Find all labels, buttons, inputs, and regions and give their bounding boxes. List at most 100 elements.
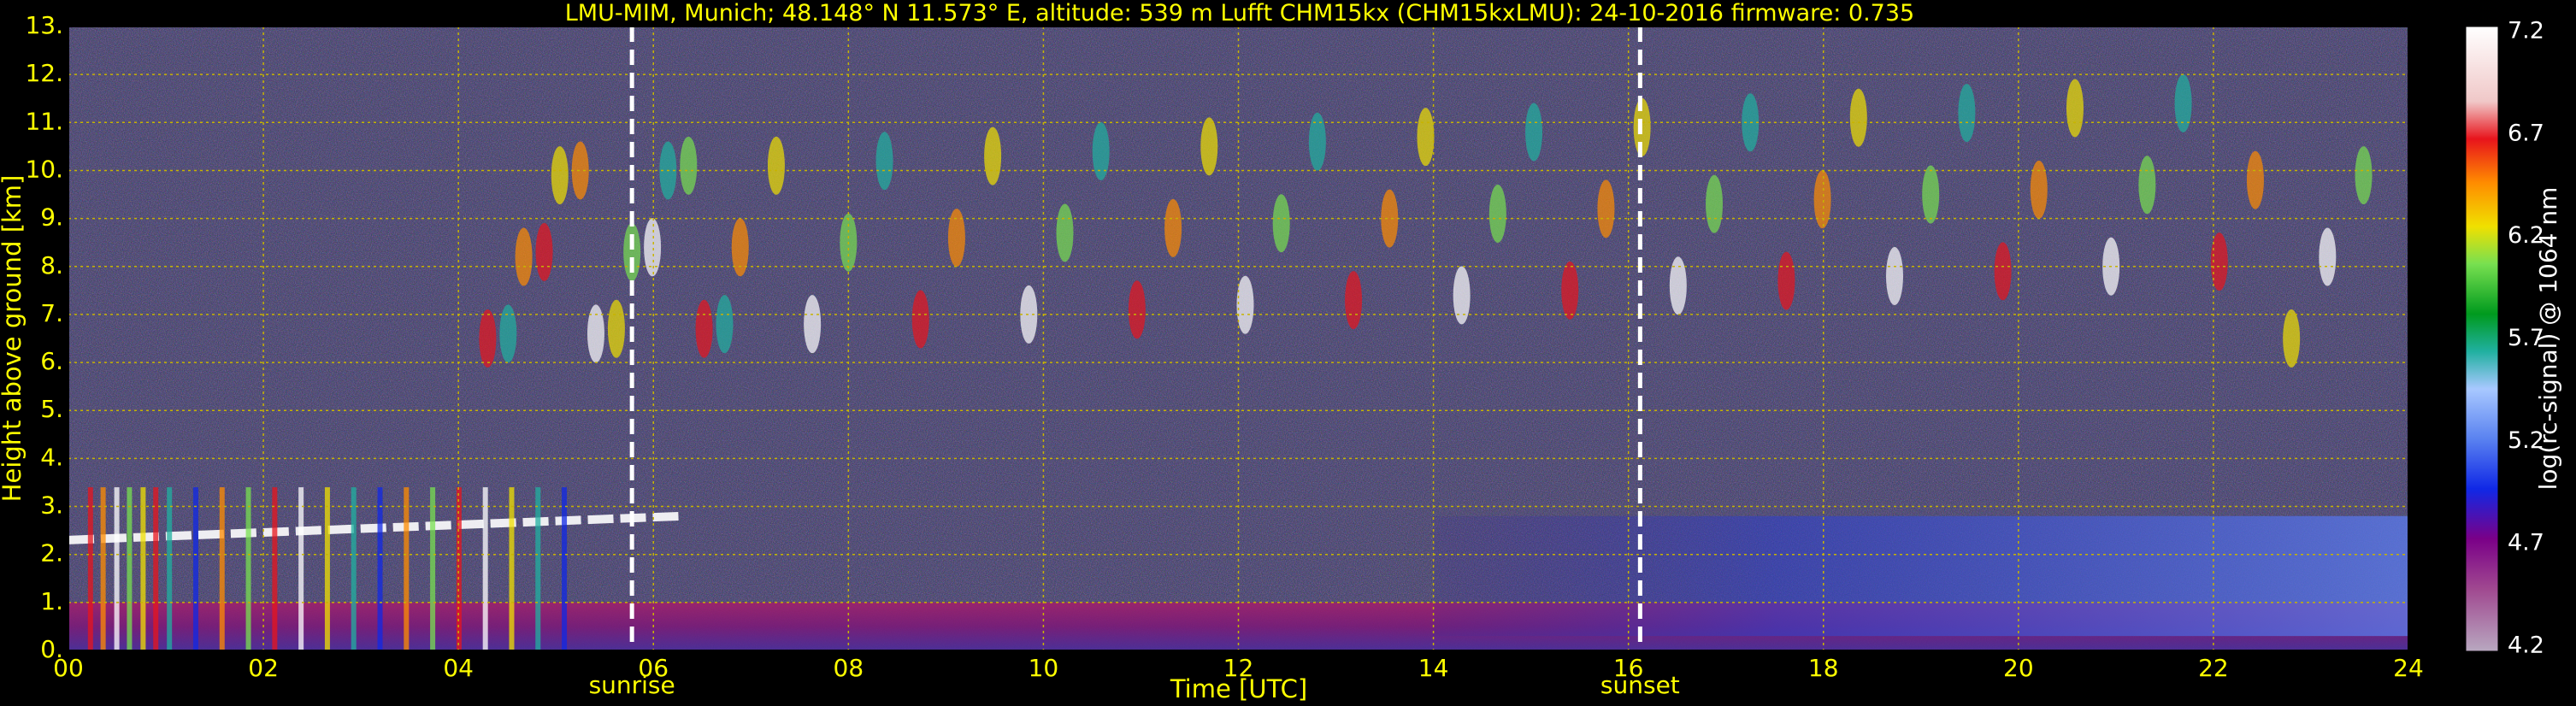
x-tick-label: 02 [248, 654, 279, 682]
feature-cirrus-streak [1236, 275, 1254, 334]
feature-cirrus-streak [1561, 261, 1579, 320]
y-tick-label: 2. [40, 539, 63, 568]
feature-cirrus-streak [479, 309, 497, 368]
feature-cirrus-streak [1272, 194, 1290, 253]
feature-cirrus-streak [1417, 108, 1435, 167]
feature-cirrus-streak [2030, 160, 2048, 219]
feature-cloud-streak [153, 487, 159, 650]
feature-cirrus-streak [1453, 266, 1471, 325]
x-axis-label: Time [UTC] [1170, 674, 1307, 703]
lidar-chart: 0.1.2.3.4.5.6.7.8.9.10.11.12.13. 00 02 04 0… [0, 0, 2562, 703]
feature-cloud-streak [87, 487, 93, 650]
feature-cirrus-streak [1777, 251, 1795, 310]
feature-cirrus-streak [515, 227, 533, 286]
y-tick-label: 13. [25, 11, 63, 39]
feature-cirrus-streak [680, 136, 698, 195]
feature-cloud-streak [100, 487, 106, 650]
y-tick-label: 6. [40, 347, 63, 375]
feature-cirrus-streak [731, 218, 749, 277]
feature-cloud-streak [192, 487, 198, 650]
feature-cirrus-streak [1813, 170, 1831, 229]
feature-cirrus-streak [1308, 112, 1326, 171]
y-tick-label: 12. [25, 59, 63, 87]
feature-cirrus-streak [571, 141, 589, 200]
feature-cirrus-streak [1849, 88, 1867, 147]
feature-cirrus-streak [767, 136, 785, 195]
feature-cirrus-streak [1597, 179, 1615, 238]
feature-cirrus-streak [2319, 227, 2337, 286]
y-tick-label: 7. [40, 299, 63, 327]
y-tick-labels: 0.1.2.3.4.5.6.7.8.9.10.11.12.13. [25, 11, 63, 663]
feature-cirrus-streak [1381, 189, 1399, 248]
feature-cloud-streak [535, 487, 541, 650]
feature-residual-layer [1433, 515, 2408, 637]
feature-cirrus-streak [1994, 242, 2012, 301]
colorbar-label: log(rc-signal) @ 1064 nm [2534, 187, 2562, 491]
feature-cirrus-streak [1200, 117, 1218, 176]
feature-cirrus-streak [804, 295, 822, 354]
feature-cirrus-streak [1345, 271, 1363, 330]
feature-cirrus-streak [1886, 247, 1904, 305]
feature-cirrus-streak [947, 209, 965, 268]
chart-title: LMU-MIM, Munich; 48.148° N 11.573° E, al… [565, 0, 1914, 26]
feature-cirrus-streak [984, 126, 1002, 185]
x-tick-label: 14 [1418, 654, 1449, 682]
feature-cloud-streak [509, 487, 515, 650]
x-tick-label: 20 [2003, 654, 2034, 682]
annotation-labels: sunrise sunset [589, 671, 1680, 699]
colorbar-tick-label: 4.2 [2508, 632, 2544, 659]
y-tick-label: 9. [40, 203, 63, 232]
feature-cloud-streak [219, 487, 225, 650]
x-tick-label: 18 [1808, 654, 1839, 682]
feature-cloud-streak [324, 487, 330, 650]
feature-cloud-streak [298, 487, 304, 650]
feature-cloud-streak [562, 487, 568, 650]
feature-cloud-streak [272, 487, 278, 650]
y-axis-label: Height above ground [km] [0, 175, 27, 503]
feature-cloud-streak [245, 487, 251, 650]
feature-cirrus-streak [716, 295, 734, 354]
y-tick-label: 10. [25, 155, 63, 183]
feature-cirrus-streak [535, 222, 553, 281]
feature-cloud-streak [140, 487, 146, 650]
feature-cirrus-streak [695, 299, 713, 358]
y-tick-label: 5. [40, 395, 63, 423]
x-tick-label: 24 [2393, 654, 2424, 682]
x-tick-label: 10 [1029, 654, 1059, 682]
x-tick-label: 04 [443, 654, 474, 682]
y-tick-label: 4. [40, 443, 63, 471]
y-tick-label: 3. [40, 491, 63, 520]
feature-cirrus-streak [1128, 280, 1146, 339]
colorbar-tick-label: 7.2 [2508, 18, 2544, 44]
feature-cirrus-streak [499, 304, 517, 363]
feature-cirrus-streak [2246, 150, 2264, 209]
feature-cloud-streak [351, 487, 357, 650]
feature-cirrus-streak [2174, 74, 2192, 132]
feature-cirrus-streak [1164, 198, 1182, 257]
feature-cirrus-streak [2283, 309, 2301, 368]
feature-cirrus-streak [1488, 185, 1506, 243]
feature-cirrus-streak [551, 146, 569, 205]
x-tick-label: 08 [834, 654, 864, 682]
feature-cirrus-streak [1092, 122, 1110, 180]
feature-cloud-streak [377, 487, 383, 650]
feature-cirrus-streak [2066, 79, 2084, 138]
feature-cirrus-streak [1922, 165, 1940, 224]
feature-cirrus-streak [2355, 146, 2373, 205]
feature-cirrus-streak [1020, 285, 1038, 344]
colorbar-tick-label: 4.7 [2508, 530, 2544, 556]
colorbar [2465, 26, 2499, 652]
feature-cirrus-streak [1525, 103, 1543, 162]
feature-cirrus-streak [587, 304, 604, 363]
feature-cloud-streak [127, 487, 133, 650]
feature-cirrus-streak [2138, 156, 2156, 215]
x-tick-label: 00 [53, 654, 84, 682]
feature-cloud-streak [430, 487, 436, 650]
feature-cloud-streak [482, 487, 488, 650]
feature-cloud-streak [404, 487, 410, 650]
colorbar-tick-label: 6.7 [2508, 120, 2544, 146]
y-tick-label: 11. [25, 107, 63, 135]
feature-cloud-streak [114, 487, 120, 650]
feature-cirrus-streak [1669, 256, 1687, 315]
feature-cloud-streak [167, 487, 173, 650]
